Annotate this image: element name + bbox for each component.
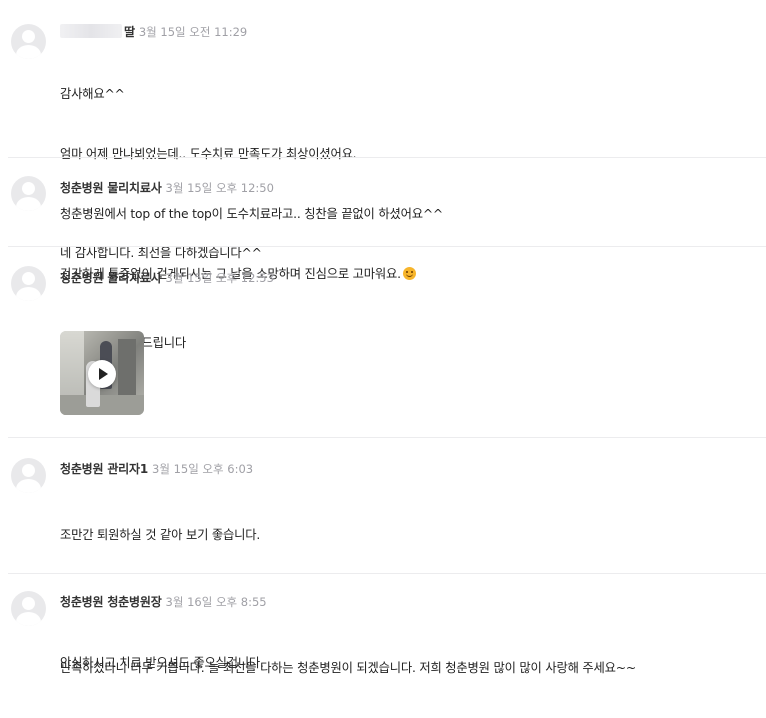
comment-meta: 청춘병원 청춘병원장 3월 16일 오후 8:55 <box>60 594 267 610</box>
video-frame-shape <box>118 339 136 399</box>
play-icon[interactable] <box>88 360 116 388</box>
avatar[interactable] <box>11 24 46 59</box>
comment-author[interactable]: 딸 <box>124 25 135 39</box>
smiling-face-emoji-icon <box>402 267 416 280</box>
comment-text: 네 감사합니다. 최선을 다하겠습니다^^ <box>60 203 262 303</box>
comment-author[interactable]: 청춘병원 물리치료사 <box>60 271 162 285</box>
comment-timestamp: 3월 15일 오후 6:03 <box>152 462 254 476</box>
comment-meta: 청춘병원 물리치료사 3월 15일 오후 12:53 <box>60 270 274 286</box>
comment-divider <box>8 437 766 438</box>
video-attachment[interactable] <box>60 331 144 415</box>
avatar-head-shape <box>22 182 35 195</box>
avatar[interactable] <box>11 266 46 301</box>
avatar-head-shape <box>22 464 35 477</box>
avatar[interactable] <box>11 176 46 211</box>
comment-line: 만족하셨다니 너무 기쁩니다. 늘 최선을 다하는 청춘병원이 되겠습니다. 저… <box>60 661 636 675</box>
avatar-body-shape <box>16 287 41 301</box>
comment-author[interactable]: 청춘병원 청춘병원장 <box>60 595 162 609</box>
avatar-body-shape <box>16 612 41 626</box>
avatar-head-shape <box>22 30 35 43</box>
comment-timestamp: 3월 15일 오전 11:29 <box>138 25 248 39</box>
comment-text: 만족하셨다니 너무 기쁩니다. 늘 최선을 다하는 청춘병원이 되겠습니다. 저… <box>60 618 636 718</box>
comment-divider <box>8 573 766 574</box>
comment-author[interactable]: 청춘병원 물리치료사 <box>60 181 162 195</box>
comment-timestamp: 3월 15일 오후 12:53 <box>165 271 274 285</box>
video-frame-shape <box>60 395 144 415</box>
comment-timestamp: 3월 16일 오후 8:55 <box>165 595 267 609</box>
avatar-body-shape <box>16 479 41 493</box>
avatar-head-shape <box>22 597 35 610</box>
blurred-author-name <box>60 24 122 38</box>
comment-line: 엄마 어제 만나뵈었는데.. 도수치료 만족도가 최상이셨어요. <box>60 147 357 161</box>
avatar[interactable] <box>11 458 46 493</box>
comment-meta: 딸 3월 15일 오전 11:29 <box>60 24 247 40</box>
comment-divider <box>8 157 766 158</box>
avatar-body-shape <box>16 45 41 59</box>
avatar-body-shape <box>16 197 41 211</box>
comment-meta: 청춘병원 관리자1 3월 15일 오후 6:03 <box>60 461 253 477</box>
comment-meta: 청춘병원 물리치료사 3월 15일 오후 12:50 <box>60 180 274 196</box>
comment-line: 감사해요^^ <box>60 87 125 101</box>
comment-author[interactable]: 청춘병원 관리자1 <box>60 462 148 476</box>
comment-timestamp: 3월 15일 오후 12:50 <box>165 181 274 195</box>
comment-divider <box>8 246 766 247</box>
avatar[interactable] <box>11 591 46 626</box>
comment-line: 조만간 퇴원하실 것 같아 보기 좋습니다. <box>60 528 261 542</box>
avatar-head-shape <box>22 272 35 285</box>
